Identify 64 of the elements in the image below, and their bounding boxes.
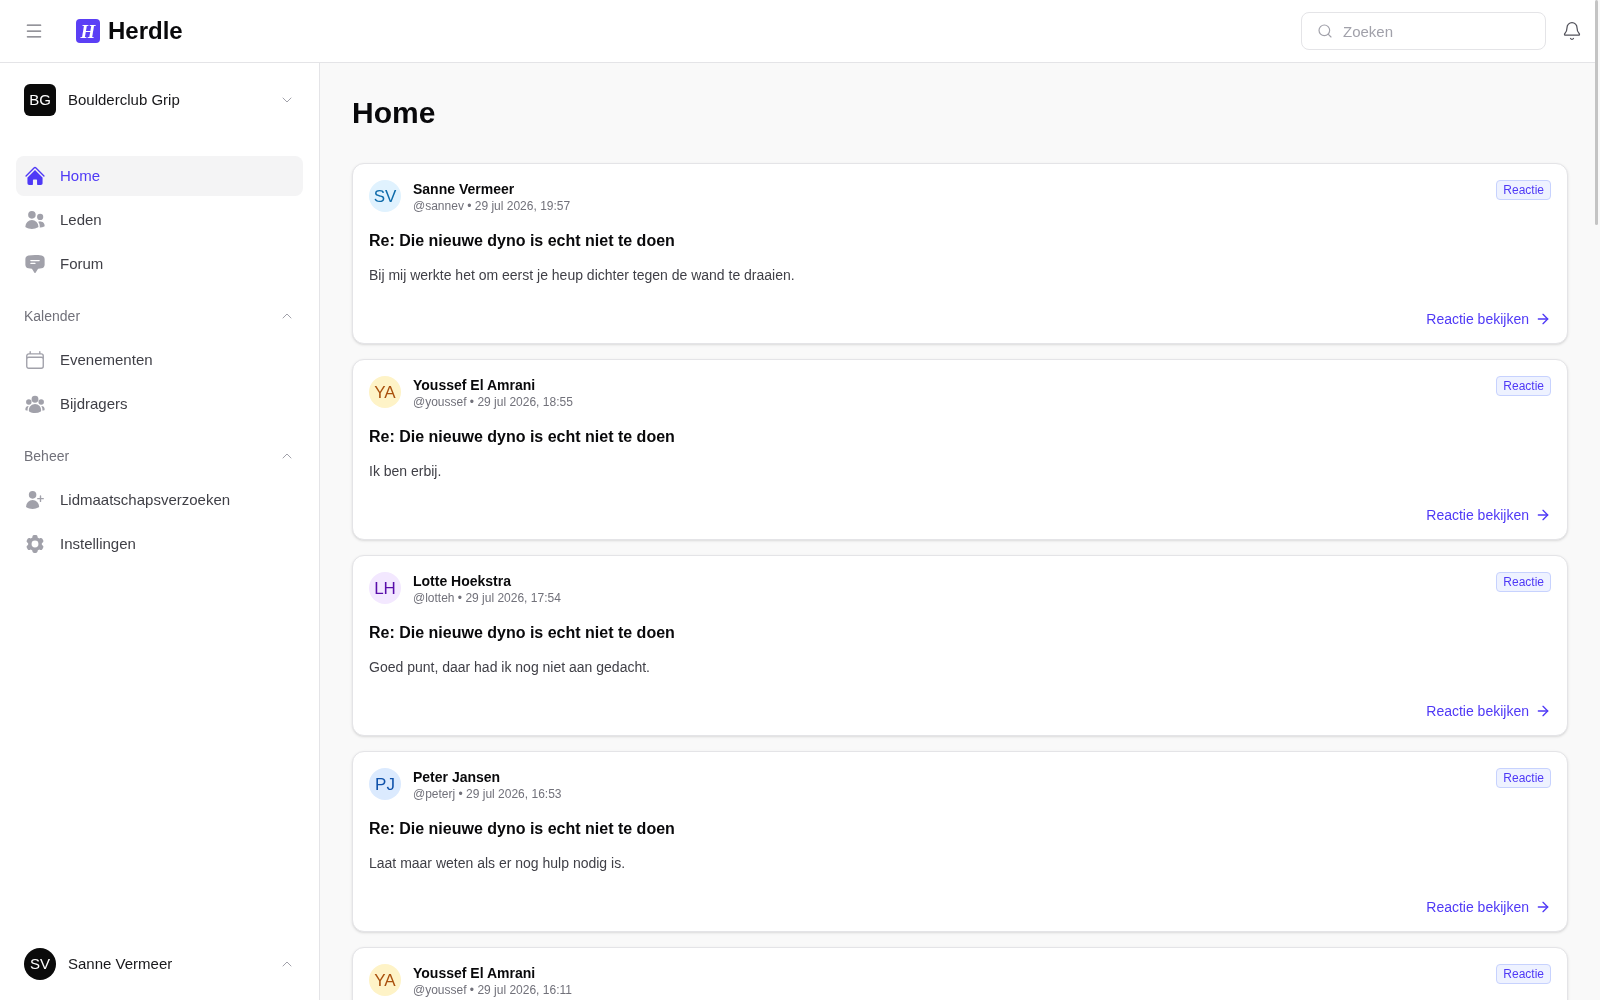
post-title: Re: Die nieuwe dyno is echt niet te doen [369,623,676,643]
user-avatar: SV [24,948,56,980]
post-meta: @sannev • 29 jul 2026, 19:57 [413,198,571,214]
author-name: Youssef El Amrani [413,376,536,394]
post-body: Goed punt, daar had ik nog niet aan gedacht. [369,658,651,677]
sidebar-item[interactable]: Evenementen [16,340,303,380]
home-icon [24,165,46,187]
avatar: SV [369,180,401,212]
sidebar-item[interactable]: Forum [16,244,303,284]
post-body: Laat maar weten als er nog hulp nodig is. [369,854,627,873]
settings-icon [24,533,46,555]
scrollbar-thumb[interactable] [1595,0,1598,225]
view-reply-link[interactable]: Reactie bekijken [1426,701,1551,721]
search-field[interactable]: Zoeken [1301,12,1546,50]
arrow-right-icon [1535,899,1551,915]
post-meta: @lotteh • 29 jul 2026, 17:54 [413,590,561,606]
user-group-icon [24,393,46,415]
arrow-right-icon [1535,703,1551,719]
post-type-label: Reactie [1496,768,1551,788]
post-type-label: Reactie [1496,180,1551,200]
sidebar-item[interactable]: Lidmaatschapsverzoeken [16,480,303,520]
post-type-label: Reactie [1496,376,1551,396]
avatar: LH [369,572,401,604]
post-type-label: Reactie [1496,964,1551,984]
arrow-right-icon [1535,311,1551,327]
sidebar-item[interactable]: Bijdragers [16,384,303,424]
post-meta: @peterj • 29 jul 2026, 16:53 [413,786,562,802]
avatar: PJ [369,768,401,800]
avatar: YA [369,376,401,408]
users-icon [24,209,46,231]
post-body: Ik ben erbij. [369,462,443,481]
calendar-icon [24,349,46,371]
sidebar-item[interactable]: Home [16,156,303,196]
author-name: Peter Jansen [413,768,501,786]
post-title: Re: Die nieuwe dyno is echt niet te doen [369,427,676,447]
arrow-right-icon [1535,507,1551,523]
search-icon [1317,23,1333,39]
author-name: Lotte Hoekstra [413,572,512,590]
post-title: Re: Die nieuwe dyno is echt niet te doen [369,819,676,839]
view-reply-link[interactable]: Reactie bekijken [1426,897,1551,917]
author-name: Sanne Vermeer [413,180,515,198]
brand-name: Herdle [108,19,183,43]
organization-avatar: BG [24,84,56,116]
sidebar-item[interactable]: Instellingen [16,524,303,564]
view-reply-link[interactable]: Reactie bekijken [1426,309,1551,329]
bell-icon [1562,21,1582,41]
user-menu[interactable]: SV Sanne Vermeer [24,948,295,980]
logo-mark: H [76,19,100,43]
post-title: Re: Die nieuwe dyno is echt niet te doen [369,231,676,251]
post-type-label: Reactie [1496,572,1551,592]
author-name: Youssef El Amrani [413,964,536,982]
chat-bubble-icon [24,253,46,275]
post-meta: @youssef • 29 jul 2026, 18:55 [413,394,573,410]
sidebar-item[interactable]: Leden [16,200,303,240]
avatar: YA [369,964,401,996]
post-meta: @youssef • 29 jul 2026, 16:11 [413,982,572,998]
page-title: Home [352,95,437,131]
section-header[interactable]: Kalender [16,306,303,326]
notifications-button[interactable] [1562,21,1582,41]
view-reply-link[interactable]: Reactie bekijken [1426,505,1551,525]
user-plus-icon [24,489,46,511]
section-header[interactable]: Beheer [16,446,303,466]
post-body: Bij mij werkte het om eerst je heup dichter tegen de wand te draaien. [369,266,796,285]
organization-switcher[interactable]: BG Boulderclub Grip [24,84,295,116]
